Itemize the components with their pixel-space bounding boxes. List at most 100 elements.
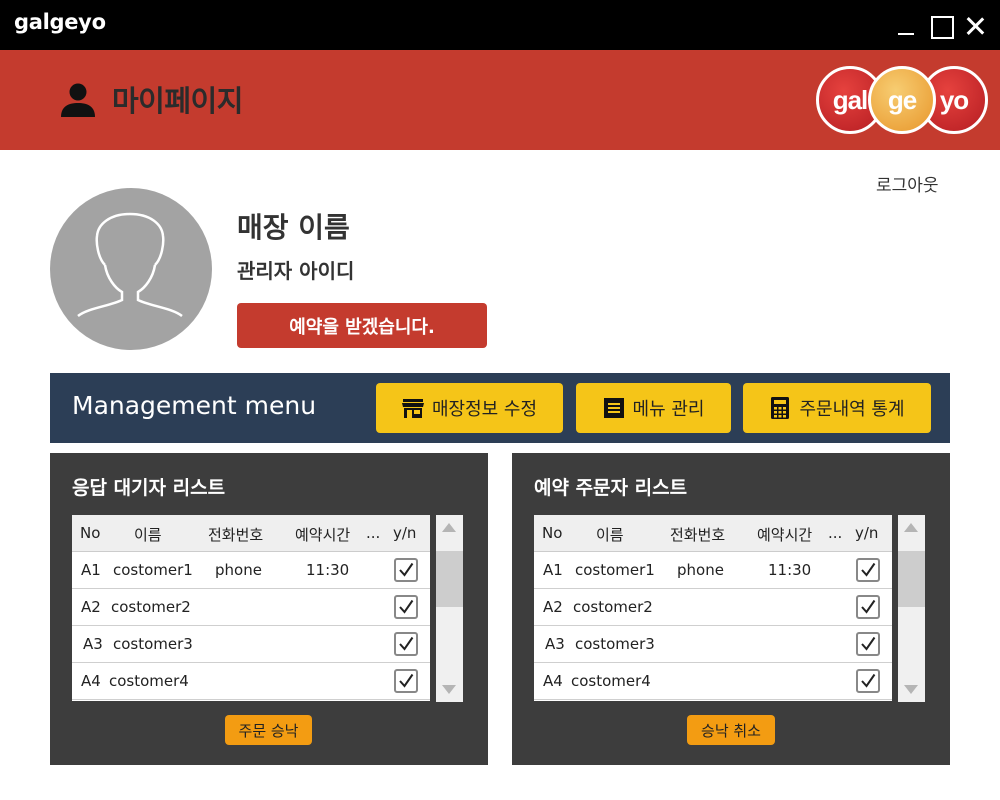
row-name: costomer2 <box>573 598 653 616</box>
row-time: 11:30 <box>306 561 350 579</box>
menu-management-button[interactable]: 메뉴 관리 <box>576 383 731 433</box>
order-statistics-button[interactable]: 주문내역 통계 <box>743 383 931 433</box>
maximize-icon[interactable] <box>926 10 956 40</box>
row-checkbox[interactable] <box>394 669 418 693</box>
calculator-icon <box>771 397 790 419</box>
row-checkbox[interactable] <box>856 595 880 619</box>
row-name: costomer3 <box>575 635 655 653</box>
row-time: 11:30 <box>768 561 812 579</box>
cancel-acceptance-button[interactable]: 승낙 취소 <box>687 715 775 745</box>
row-no: A1 <box>543 561 563 579</box>
row-checkbox[interactable] <box>394 632 418 656</box>
scroll-up-arrow-icon[interactable] <box>442 523 456 532</box>
row-name: costomer4 <box>109 672 189 690</box>
row-checkbox[interactable] <box>856 669 880 693</box>
scroll-down-arrow-icon[interactable] <box>442 685 456 694</box>
table-row: A1 costomer1 phone 11:30 <box>72 552 430 589</box>
logout-link[interactable]: 로그아웃 <box>876 171 939 196</box>
reservation-list-title: 예약 주문자 리스트 <box>534 477 688 499</box>
column-header-no: No <box>80 524 101 542</box>
row-name: costomer1 <box>575 561 655 579</box>
row-name: costomer1 <box>113 561 193 579</box>
table-row: A3 costomer3 <box>72 626 430 663</box>
accept-order-button[interactable]: 주문 승낙 <box>225 715 312 745</box>
waiting-list-table: No 이름 전화번호 예약시간 ... y/n A1 costomer1 pho… <box>72 515 430 701</box>
checkmark-icon <box>399 636 414 651</box>
list-icon <box>603 398 624 418</box>
row-no: A2 <box>543 598 563 616</box>
column-header-no: No <box>542 524 563 542</box>
management-menu-title: Management menu <box>72 391 317 420</box>
row-phone: phone <box>677 561 724 579</box>
column-header-name: 이름 <box>134 526 162 544</box>
row-no: A3 <box>83 635 103 653</box>
row-checkbox[interactable] <box>394 595 418 619</box>
avatar <box>50 188 212 350</box>
table-row: A1 costomer1 phone 11:30 <box>534 552 892 589</box>
scroll-up-arrow-icon[interactable] <box>904 523 918 532</box>
edit-store-info-button[interactable]: 매장정보 수정 <box>376 383 563 433</box>
order-statistics-label: 주문내역 통계 <box>799 399 905 420</box>
table-row: A3 costomer3 <box>534 626 892 663</box>
reservation-list-panel: 예약 주문자 리스트 No 이름 전화번호 예약시간 ... y/n A1 co… <box>512 453 950 765</box>
checkmark-icon <box>399 562 414 577</box>
row-no: A4 <box>543 672 563 690</box>
store-icon <box>401 399 424 418</box>
column-header-time: 예약시간 <box>295 526 351 544</box>
person-silhouette-icon <box>77 212 183 318</box>
row-name: costomer4 <box>571 672 651 690</box>
checkmark-icon <box>399 673 414 688</box>
checkmark-icon <box>399 599 414 614</box>
minimize-icon[interactable] <box>892 10 922 40</box>
row-no: A4 <box>81 672 101 690</box>
checkmark-icon <box>861 673 876 688</box>
table-row: A2 costomer2 <box>72 589 430 626</box>
row-no: A2 <box>81 598 101 616</box>
checkmark-icon <box>861 562 876 577</box>
checkmark-icon <box>861 636 876 651</box>
management-menu-bar: Management menu 매장정보 수정 메뉴 관리 주문내역 통계 <box>50 373 950 443</box>
reservation-list-table: No 이름 전화번호 예약시간 ... y/n A1 costomer1 pho… <box>534 515 892 701</box>
reservation-list-scrollbar[interactable] <box>898 515 925 702</box>
table-row: A2 costomer2 <box>534 589 892 626</box>
page-title: 마이페이지 <box>112 84 243 118</box>
row-checkbox[interactable] <box>856 632 880 656</box>
menu-management-label: 메뉴 관리 <box>632 399 705 420</box>
column-header-yn: y/n <box>855 524 879 542</box>
edit-store-info-label: 매장정보 수정 <box>431 399 538 420</box>
row-no: A1 <box>81 561 101 579</box>
galgeyo-logo: gal ge yo <box>816 64 988 136</box>
column-header-phone: 전화번호 <box>208 526 264 544</box>
scroll-thumb[interactable] <box>436 551 463 607</box>
waiting-list-title: 응답 대기자 리스트 <box>72 477 226 499</box>
column-header-more: ... <box>828 524 843 542</box>
table-row: A4 costomer4 <box>72 663 430 700</box>
table-row: A4 costomer4 <box>534 663 892 700</box>
table-header: No 이름 전화번호 예약시간 ... y/n <box>534 515 892 552</box>
close-icon[interactable] <box>960 10 990 40</box>
column-header-name: 이름 <box>596 526 624 544</box>
column-header-more: ... <box>366 524 381 542</box>
admin-id: 관리자 아이디 <box>237 259 355 283</box>
column-header-yn: y/n <box>393 524 417 542</box>
scroll-thumb[interactable] <box>898 551 925 607</box>
scroll-down-arrow-icon[interactable] <box>904 685 918 694</box>
table-header: No 이름 전화번호 예약시간 ... y/n <box>72 515 430 552</box>
column-header-time: 예약시간 <box>757 526 813 544</box>
accept-reservations-button[interactable]: 예약을 받겠습니다. <box>237 303 487 348</box>
user-icon <box>61 83 95 117</box>
row-name: costomer3 <box>113 635 193 653</box>
row-checkbox[interactable] <box>394 558 418 582</box>
column-header-phone: 전화번호 <box>670 526 726 544</box>
store-name: 매장 이름 <box>237 211 350 244</box>
row-name: costomer2 <box>111 598 191 616</box>
window-title: galgeyo <box>14 10 106 34</box>
waiting-list-panel: 응답 대기자 리스트 No 이름 전화번호 예약시간 ... y/n A1 co… <box>50 453 488 765</box>
row-phone: phone <box>215 561 262 579</box>
title-bar: galgeyo <box>0 0 1000 50</box>
waiting-list-scrollbar[interactable] <box>436 515 463 702</box>
checkmark-icon <box>861 599 876 614</box>
logo-part-ge: ge <box>868 66 936 134</box>
row-checkbox[interactable] <box>856 558 880 582</box>
row-no: A3 <box>545 635 565 653</box>
